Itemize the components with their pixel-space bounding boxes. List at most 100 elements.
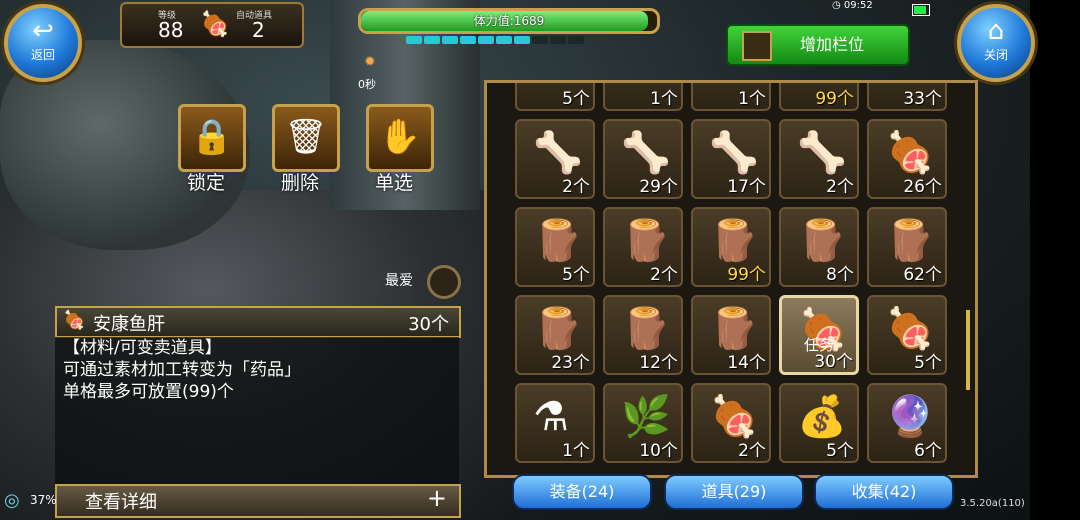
wood-sprout-icon: 🪵 — [533, 306, 583, 352]
wood-sprout-icon: 🪵 — [709, 306, 759, 352]
item-count: 30个 — [408, 314, 449, 335]
level-value: 88 — [158, 18, 184, 42]
inventory-slot[interactable]: 🍖 26个 — [867, 119, 947, 199]
fish-liver-icon: 🍖 — [885, 130, 935, 176]
slot-count: 1个 — [562, 441, 590, 461]
inventory-slot[interactable]: ◆99个 — [779, 83, 859, 111]
inventory-slot[interactable]: 🦴 2个 — [515, 119, 595, 199]
fish-liver-icon: 🍖 — [63, 310, 86, 331]
inventory-scrollbar[interactable] — [966, 310, 970, 390]
grid-add-icon — [742, 31, 772, 61]
slot-count: 17个 — [727, 177, 766, 197]
inventory-slot[interactable]: 🪵 14个 — [691, 295, 771, 375]
stamina-label: 体力值:1689 — [473, 14, 545, 28]
tab-equipment[interactable]: 装备(24) — [512, 474, 652, 510]
lock-button[interactable]: 🔒 — [178, 104, 246, 172]
back-button[interactable]: ↩ 返回 — [4, 4, 82, 82]
slot-count: 99个 — [727, 265, 766, 285]
slot-count: 23个 — [551, 353, 590, 373]
slot-count: 2个 — [562, 177, 590, 197]
pouch-icon: 💰 — [797, 394, 847, 440]
energy-segment — [478, 36, 494, 44]
item-description: 【材料/可变卖道具】 可通过素材加工转变为「药品」 单格最多可放置(99)个 — [55, 337, 459, 487]
slot-count: 6个 — [914, 441, 942, 461]
inventory-slot[interactable]: 🍖 任务 30个 — [779, 295, 859, 375]
claw-icon: 🦴 — [621, 130, 671, 176]
timer-text: 0秒 — [358, 78, 376, 91]
slot-count: 99个 — [815, 89, 854, 109]
delete-label: 删除 — [281, 172, 320, 194]
inventory-slot[interactable]: 🔮 6个 — [867, 383, 947, 463]
battery-icon — [912, 4, 930, 16]
add-slot-button[interactable]: 增加栏位 — [726, 24, 910, 66]
version-text: 3.5.20a(110) — [960, 498, 1025, 509]
close-button[interactable]: ⌂ 关闭 — [957, 4, 1035, 82]
slot-count: 8个 — [826, 265, 854, 285]
status-time-group: ◷ 09:52 — [832, 0, 873, 11]
inventory-slot[interactable]: ◆ 1个 — [691, 83, 771, 111]
inventory-slot[interactable]: 🍖 5个 — [867, 295, 947, 375]
inventory-slot[interactable]: 🦴 29个 — [603, 119, 683, 199]
inventory-slot[interactable]: 🪵 23个 — [515, 295, 595, 375]
potion-icon: ⚗ — [533, 394, 569, 440]
inventory-slot[interactable]: 💰 5个 — [779, 383, 859, 463]
slot-count: 12个 — [639, 353, 678, 373]
inventory-slot[interactable]: ◆ 1个 — [603, 83, 683, 111]
inventory-slot[interactable]: 🦴 17个 — [691, 119, 771, 199]
herb-plant-icon: 🌿 — [621, 394, 671, 440]
view-details-button[interactable]: 查看详细 + — [55, 484, 461, 518]
slot-count: 14个 — [727, 353, 766, 373]
hand-select-icon: ✋ — [378, 117, 422, 157]
favorite-toggle[interactable] — [427, 265, 461, 299]
wood-sprout-icon: 🪵 — [621, 306, 671, 352]
back-label: 返回 — [30, 48, 55, 62]
auto-item-count: 2 — [252, 18, 265, 42]
lock-label: 锁定 — [187, 172, 226, 194]
inventory-slot[interactable]: 🪵 2个 — [603, 207, 683, 287]
device-status-icon: ◎ — [4, 490, 20, 511]
stamina-bar: 体力值:1689 — [358, 8, 660, 34]
back-arrow-icon: ↩ — [32, 16, 54, 46]
wood-sprout-icon: 🪵 — [797, 218, 847, 264]
view-details-label: 查看详细 — [85, 492, 157, 513]
inventory-slot[interactable]: ◆ 5个 — [515, 83, 595, 111]
energy-segment — [496, 36, 512, 44]
slot-count: 2个 — [738, 441, 766, 461]
item-name: 安康鱼肝 — [93, 314, 165, 335]
inventory-grid: ◆5个◆1个◆1个◆99个◆33个🦴2个🦴29个🦴17个🦴2个🍖26个🪵5个🪵2… — [484, 80, 978, 478]
inventory-slot[interactable]: ⚗ 1个 — [515, 383, 595, 463]
slot-count: 33个 — [903, 89, 942, 109]
inventory-slot[interactable]: ◆33个 — [867, 83, 947, 111]
claw-icon: 🦴 — [709, 130, 759, 176]
inventory-slot[interactable]: 🪵 5个 — [515, 207, 595, 287]
fish-liver-icon: 🍖 — [709, 394, 759, 440]
description-line: 可通过素材加工转变为「药品」 — [63, 360, 301, 380]
tab-collection[interactable]: 收集(42) — [814, 474, 954, 510]
wood-sprout-icon: 🪵 — [709, 218, 759, 264]
add-slot-label: 增加栏位 — [800, 35, 865, 54]
item-icon: ◆ — [621, 83, 652, 87]
trash-icon: 🗑 — [284, 117, 328, 157]
inventory-slot[interactable]: 🌿 10个 — [603, 383, 683, 463]
single-select-button[interactable]: ✋ — [366, 104, 434, 172]
orb-icon: 🔮 — [885, 394, 935, 440]
item-icon: ◆ — [533, 83, 564, 87]
slot-count: 5个 — [562, 89, 590, 109]
close-label: 关闭 — [983, 48, 1008, 62]
claw-icon: 🦴 — [797, 130, 847, 176]
home-icon: ⌂ — [987, 16, 1005, 46]
inventory-slot[interactable]: 🪵 12个 — [603, 295, 683, 375]
energy-segment — [550, 36, 566, 44]
inventory-slot[interactable]: 🦴 2个 — [779, 119, 859, 199]
tab-items[interactable]: 道具(29) — [664, 474, 804, 510]
slot-count: 2个 — [650, 265, 678, 285]
inventory-slot[interactable]: 🪵 99个 — [691, 207, 771, 287]
slot-count: 2个 — [826, 177, 854, 197]
delete-button[interactable]: 🗑 — [272, 104, 340, 172]
favorite-label: 最爱 — [385, 273, 413, 289]
inventory-slot[interactable]: 🍖 2个 — [691, 383, 771, 463]
slot-count: 5个 — [914, 353, 942, 373]
inventory-slot[interactable]: 🪵 8个 — [779, 207, 859, 287]
inventory-slot[interactable]: 🪵 62个 — [867, 207, 947, 287]
auto-item-icon[interactable]: 🍖 — [200, 10, 230, 38]
